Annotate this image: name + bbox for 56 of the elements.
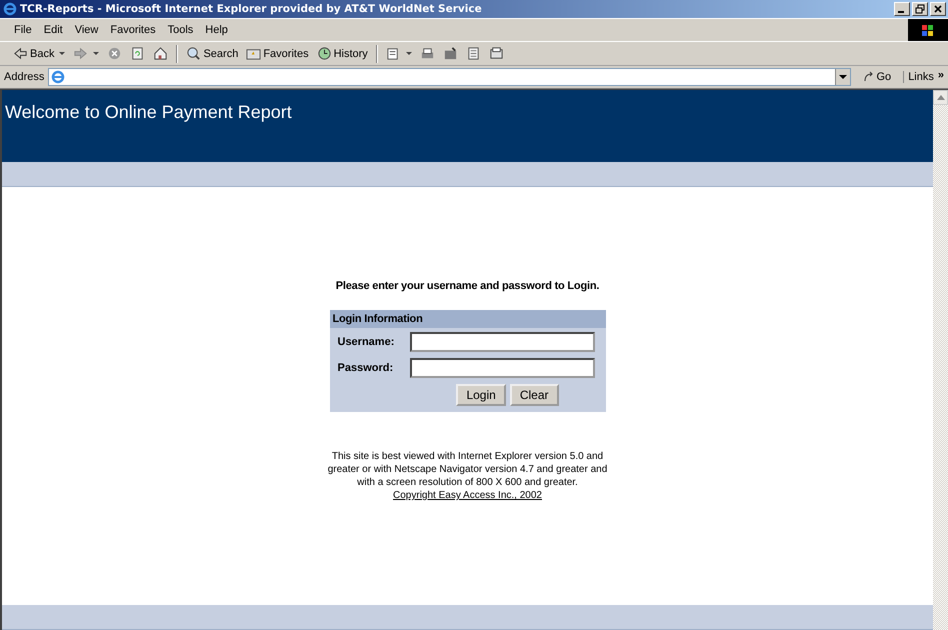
back-arrow-icon	[13, 46, 28, 61]
restore-button[interactable]	[912, 2, 928, 16]
toolbar-button[interactable]: History	[314, 46, 371, 61]
browser-notice: This site is best viewed with Internet Explorer version 5.0 and greater or with Netscape Navigator version 4.7 and greater and with a screen resolution of 800 X 600 and greater.	[326, 450, 608, 489]
scroll-up-button[interactable]	[933, 90, 948, 105]
edit-icon	[442, 46, 458, 61]
menu-item[interactable]: Edit	[38, 24, 69, 36]
go-button[interactable]: Go	[854, 71, 900, 83]
toolbar-button[interactable]: Favorites	[243, 46, 312, 61]
input-field[interactable]	[410, 332, 594, 352]
window-icon	[488, 46, 504, 61]
menu-item[interactable]: View	[68, 24, 104, 36]
page-heading: Welcome to Online Payment Report	[5, 102, 292, 122]
form-button[interactable]: Clear	[510, 384, 558, 406]
page-icon	[51, 70, 66, 84]
dropdown-button[interactable]	[834, 69, 850, 85]
menu-item[interactable]: Help	[199, 24, 234, 36]
scrollbar[interactable]	[933, 90, 948, 630]
home-icon	[153, 46, 168, 61]
minimize-button[interactable]	[894, 2, 910, 16]
browser-logo-icon	[3, 2, 17, 16]
close-icon	[933, 4, 943, 14]
search-icon	[186, 46, 202, 61]
caret-icon[interactable]	[406, 52, 412, 56]
menu-item[interactable]: Favorites	[104, 24, 162, 36]
login-prompt: Please enter your username and password to Login.	[336, 280, 600, 292]
printer-icon	[420, 46, 435, 61]
caret-icon[interactable]	[93, 52, 100, 56]
close-button[interactable]	[930, 2, 946, 16]
panel-title: Login Information	[330, 310, 606, 328]
address-label: Address	[4, 71, 44, 83]
address-field[interactable]	[48, 68, 850, 86]
menu-item[interactable]: File	[8, 24, 38, 36]
field-label: Username:	[338, 336, 396, 348]
forward-arrow-icon	[73, 46, 88, 61]
restore-icon	[915, 4, 925, 14]
refresh-icon	[130, 46, 146, 61]
clock-icon	[316, 46, 332, 61]
minimize-icon	[898, 11, 904, 13]
caret-icon	[838, 74, 846, 80]
menu-item[interactable]: Tools	[162, 24, 200, 36]
form-button[interactable]: Login	[456, 384, 506, 406]
copyright-link[interactable]: Copyright Easy Access Inc., 2002	[393, 489, 542, 502]
caret-icon[interactable]	[59, 52, 66, 56]
links-button[interactable]: Links	[903, 71, 934, 83]
window-title: TCR-Reports - Microsoft Internet Explorer provided by AT&T WorldNet Service	[20, 3, 483, 15]
input-field[interactable]	[410, 358, 594, 378]
field-label: Password:	[338, 362, 394, 374]
toolbar-button[interactable]: Back	[10, 46, 68, 61]
document-icon	[466, 46, 481, 61]
chevron-button[interactable]: »	[938, 68, 944, 80]
stop-icon	[107, 46, 122, 61]
caret-icon	[936, 95, 944, 100]
arrow-icon	[862, 71, 874, 83]
toolbar-button[interactable]: Search	[183, 46, 242, 61]
windows-logo-icon	[908, 19, 948, 41]
